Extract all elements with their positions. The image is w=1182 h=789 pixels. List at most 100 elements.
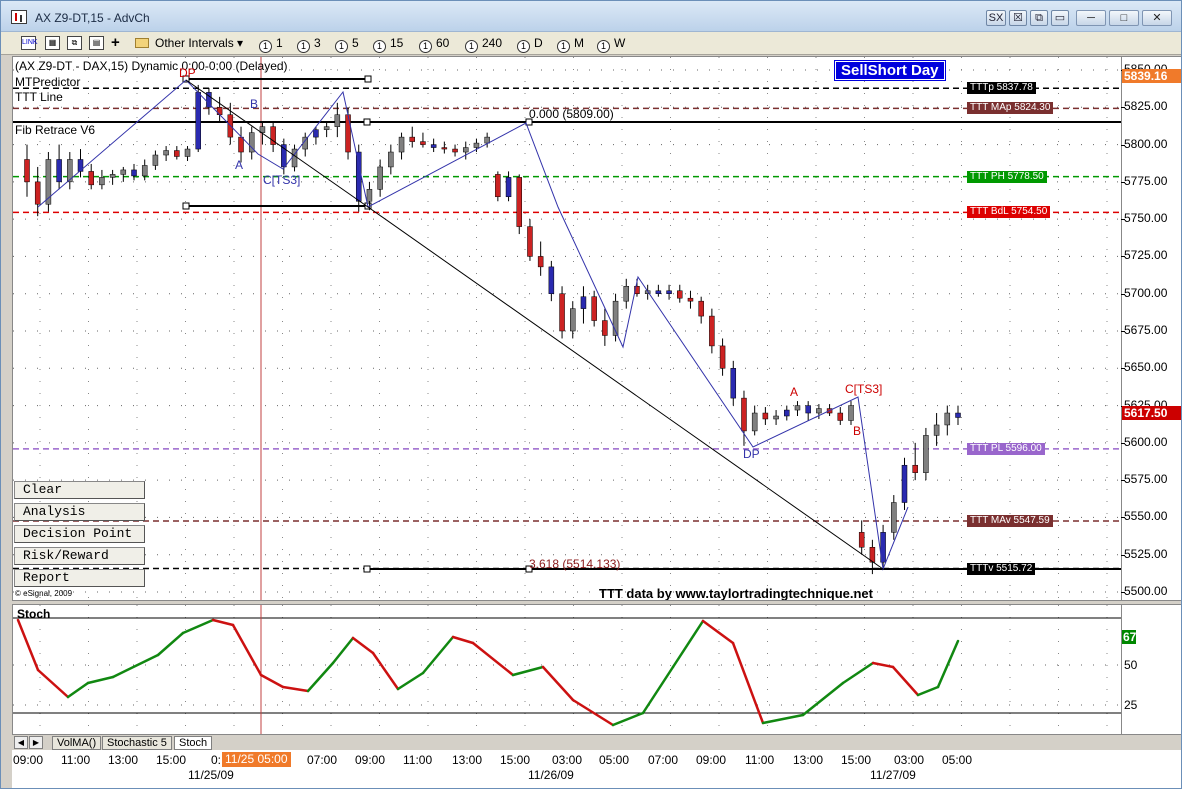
link-icon[interactable]: LINK [21, 36, 38, 50]
price-tick: 5525.00 [1124, 546, 1168, 561]
fib-trend-line [185, 79, 884, 570]
fib-3618-label: 3.618 (5514.133) [529, 557, 621, 571]
candle-body [730, 368, 737, 399]
copy-icon[interactable]: ⧉ [67, 36, 82, 50]
price-tick-mark [1121, 293, 1125, 295]
interval-1[interactable]: 11 [259, 35, 283, 53]
stoch-segment [761, 713, 805, 725]
fib-handle[interactable] [363, 565, 371, 573]
price-axis[interactable]: 5850.005825.005800.005775.005750.005725.… [1121, 56, 1181, 601]
decision-point-button[interactable]: Decision Point [14, 525, 145, 543]
tab-stoch[interactable]: Stoch [174, 736, 213, 750]
maximize-button[interactable]: □ [1109, 10, 1139, 26]
interval-daily[interactable]: 1D [517, 35, 543, 53]
tab-scroll-left-icon[interactable]: ◀ [14, 736, 28, 749]
toolbar: LINK ▦ ⧉ ▤ + Other Intervals ▾ 11 13 15 … [1, 32, 1181, 55]
candle-body [495, 174, 501, 198]
clear-button[interactable]: Clear [14, 481, 145, 499]
minimize-button[interactable]: ─ [1076, 10, 1106, 26]
title-bar: AX Z9-DT,15 - AdvCh SX ☒ ⧉ ▭ ─ □ ✕ [1, 1, 1181, 32]
tab-scroll-right-icon[interactable]: ▶ [29, 736, 43, 749]
candle-body [163, 150, 169, 156]
price-tick: 5500.00 [1124, 584, 1168, 598]
clock-icon: 1 [517, 40, 530, 53]
restore-chart-icon[interactable]: ▭ [1051, 10, 1069, 26]
report-button[interactable]: Report [14, 569, 145, 587]
price-tick: 5725.00 [1124, 248, 1168, 263]
price-tick-mark [1121, 442, 1125, 444]
clock-icon: 1 [597, 40, 610, 53]
stochastic-panel[interactable]: Stoch [12, 604, 1122, 735]
time-label: 15:00 [841, 753, 872, 767]
print-icon[interactable]: ▤ [89, 36, 104, 50]
chart-grid [13, 57, 1121, 600]
price-chart[interactable]: (AX Z9-DT - DAX,15) Dynamic 0:00-0:00 (D… [12, 56, 1122, 601]
interval-3[interactable]: 13 [297, 35, 321, 53]
price-tick: 5550.00 [1124, 509, 1168, 524]
time-label: 03:00 [552, 753, 583, 767]
price-tick-mark [1121, 107, 1125, 109]
time-label: 09:00 [696, 753, 727, 767]
stoch-segment [211, 618, 235, 627]
stoch-label: Stoch [17, 607, 51, 621]
time-axis[interactable]: 09:00 11:00 13:00 15:00 0: 11/25 05:00 0… [12, 750, 1181, 788]
candle-body [527, 226, 533, 257]
window-title: AX Z9-DT,15 - AdvCh [35, 11, 150, 25]
candle-body [794, 405, 801, 411]
add-icon[interactable]: + [111, 35, 120, 51]
candle-body [441, 147, 448, 150]
candle-body [655, 290, 662, 294]
candle-body [238, 136, 244, 153]
candle-body [837, 412, 844, 421]
study-label-fib-retrace: Fib Retrace V6 [15, 123, 96, 137]
candle-body [334, 114, 341, 127]
stoch-segment [451, 635, 475, 645]
study-label-mtpredictor: MTPredictor [15, 75, 81, 89]
fib-handle[interactable] [363, 118, 371, 126]
clock-icon: 1 [297, 40, 310, 53]
time-label: 0: [211, 753, 222, 767]
price-tick-mark [1121, 480, 1125, 482]
candle-body [687, 297, 694, 302]
close-button[interactable]: ✕ [1142, 10, 1172, 26]
time-label: 07:00 [648, 753, 679, 767]
price-tick-mark [1121, 554, 1125, 556]
tab-stochastic-5[interactable]: Stochastic 5 [102, 736, 172, 750]
clock-icon: 1 [335, 40, 348, 53]
time-label: 11:00 [745, 753, 775, 767]
candle-body [677, 290, 683, 299]
interval-240[interactable]: 1 240 [465, 35, 502, 53]
close-chart-icon[interactable]: ☒ [1009, 10, 1027, 26]
tile-icon[interactable]: ⧉ [1030, 10, 1048, 26]
other-intervals-dropdown[interactable]: Other Intervals ▾ [135, 35, 243, 51]
candle-body [184, 148, 191, 157]
tab-volma[interactable]: VolMA() [52, 736, 102, 750]
sx-button[interactable]: SX [986, 10, 1006, 26]
clock-icon: 1 [465, 40, 478, 53]
candle-body [174, 150, 180, 157]
interval-weekly[interactable]: 1W [597, 35, 625, 53]
ttt-watermark: TTT data by www.taylortradingtechnique.n… [599, 586, 873, 601]
date-label: 11/25/09 [188, 768, 234, 782]
copyright: © eSignal, 2009 [15, 589, 73, 598]
time-label: 05:00 [599, 753, 630, 767]
sellshort-banner: SellShort Day [834, 60, 946, 81]
candle-body [516, 177, 523, 227]
interval-monthly[interactable]: 1M [557, 35, 584, 53]
stochastic-axis[interactable]: 50 25 [1122, 604, 1181, 735]
analysis-button[interactable]: Analysis [14, 503, 145, 521]
candle-body [34, 181, 41, 205]
interval-5[interactable]: 15 [335, 35, 359, 53]
stoch-segment [396, 671, 425, 691]
fib-handle[interactable] [182, 202, 190, 210]
interval-15[interactable]: 1 15 [373, 35, 403, 53]
pattern-label-dp-bottom: DP [743, 447, 760, 461]
interval-60[interactable]: 1 60 [419, 35, 449, 53]
stoch-segment [471, 641, 515, 677]
risk-reward-button[interactable]: Risk/Reward [14, 547, 145, 565]
ttt-level-label: TTT BdL 5754.50 [967, 206, 1051, 219]
candle-body [377, 166, 383, 190]
chart-properties-icon[interactable]: ▦ [45, 36, 60, 50]
fib-handle[interactable] [364, 75, 372, 83]
stoch-segment [541, 665, 575, 702]
